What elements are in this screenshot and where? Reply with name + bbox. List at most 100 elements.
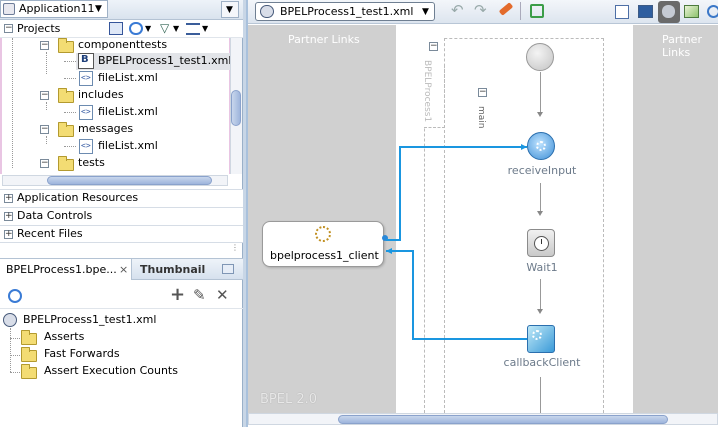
partner-link-bpelprocess1-client[interactable]: bpelprocess1_client bbox=[262, 221, 384, 267]
projects-header-label: Projects bbox=[17, 22, 61, 35]
tab-label: Thumbnail bbox=[140, 263, 206, 276]
xml-file-icon bbox=[79, 105, 93, 120]
monitor-view-button[interactable] bbox=[635, 1, 657, 23]
view-options-icon[interactable] bbox=[186, 23, 200, 35]
delete-icon[interactable]: ✕ bbox=[216, 286, 229, 304]
partner-links-lane-right: Partner Links bbox=[633, 25, 718, 413]
chevron-down-icon: ▼ bbox=[173, 24, 180, 33]
minimize-icon[interactable] bbox=[222, 264, 234, 274]
chart-icon bbox=[684, 5, 699, 18]
chevron-down-icon: ▼ bbox=[202, 24, 209, 33]
file-dropdown[interactable]: BPELProcess1_test1.xml ▼ bbox=[255, 2, 435, 21]
application-dropdown[interactable]: Application11 ▼ bbox=[0, 0, 108, 18]
tree-item-label[interactable]: fileList.xml bbox=[98, 139, 158, 153]
structure-item-asserts[interactable]: Asserts bbox=[44, 330, 84, 344]
folder-icon bbox=[58, 38, 74, 53]
monitor-icon bbox=[638, 5, 653, 18]
structure-root-label[interactable]: BPELProcess1_test1.xml bbox=[23, 313, 156, 327]
undo-icon[interactable]: ↶ bbox=[451, 3, 464, 18]
activity-label: Wait1 bbox=[526, 261, 558, 274]
bottom-panel-tabbar: BPELProcess1.bpe... × Thumbnail bbox=[0, 258, 243, 280]
refresh-icon[interactable] bbox=[129, 22, 143, 35]
validate-icon[interactable] bbox=[530, 4, 544, 18]
connection-line bbox=[399, 146, 401, 241]
chart-view-button[interactable] bbox=[681, 1, 703, 23]
application-menu-button[interactable]: ▼ bbox=[221, 1, 239, 18]
tree-item-label: componenttests bbox=[78, 38, 168, 51]
partner-link-label: bpelprocess1_client bbox=[270, 249, 379, 262]
test-view-button[interactable] bbox=[658, 1, 680, 23]
expand-icon[interactable]: + bbox=[4, 230, 13, 239]
chevron-down-icon: ▼ bbox=[226, 5, 233, 15]
folder-icon bbox=[21, 347, 37, 362]
partner-links-lane-left: Partner Links bbox=[248, 25, 396, 413]
accordion-label: Application Resources bbox=[17, 191, 139, 204]
lane-label: Partner Links bbox=[662, 33, 702, 59]
left-navigator-panel: Application11 ▼ ▼ − Projects ▼ ▽ ▼ ▼ − c… bbox=[0, 0, 243, 427]
invoke-icon bbox=[532, 330, 542, 340]
gear-icon bbox=[315, 226, 331, 242]
add-icon[interactable]: + bbox=[170, 286, 185, 304]
close-icon[interactable]: × bbox=[119, 263, 128, 277]
refresh-icon[interactable] bbox=[8, 289, 22, 303]
scroll-thumb[interactable] bbox=[231, 90, 241, 126]
accordion-application-resources[interactable]: + Application Resources bbox=[0, 189, 243, 207]
bpel-canvas[interactable]: Partner Links Partner Links − BPELProces… bbox=[248, 25, 718, 413]
tree-vertical-scrollbar[interactable] bbox=[230, 38, 242, 174]
edit-icon[interactable]: ✎ bbox=[193, 286, 206, 304]
bpel-version-watermark: BPEL 2.0 bbox=[260, 392, 318, 407]
bpel-process-icon bbox=[260, 5, 274, 18]
tree-item-label[interactable]: fileList.xml bbox=[98, 71, 158, 85]
canvas-horizontal-scrollbar[interactable] bbox=[248, 413, 718, 425]
scroll-thumb[interactable] bbox=[338, 415, 668, 424]
tree-item-label: BPELProcess1_test1.xml bbox=[98, 54, 232, 67]
accordion-recent-files[interactable]: + Recent Files bbox=[0, 225, 243, 243]
expand-icon[interactable]: + bbox=[4, 194, 13, 203]
scroll-thumb[interactable] bbox=[47, 176, 212, 185]
start-node[interactable] bbox=[526, 43, 554, 71]
projects-header[interactable]: − Projects ▼ ▽ ▼ ▼ bbox=[0, 20, 243, 38]
bpel-editor: BPELProcess1_test1.xml ▼ ↶ ↷ Partner Lin… bbox=[246, 0, 718, 427]
connection-line bbox=[399, 146, 527, 148]
receive-input-activity[interactable] bbox=[527, 132, 555, 160]
structure-item-assert-execution-counts[interactable]: Assert Execution Counts bbox=[44, 364, 178, 378]
chevron-down-icon: ▼ bbox=[95, 4, 102, 14]
filter-icon[interactable]: ▽ bbox=[160, 21, 169, 35]
accordion-data-controls[interactable]: + Data Controls bbox=[0, 207, 243, 225]
collapse-icon[interactable]: − bbox=[40, 91, 49, 100]
redo-icon[interactable]: ↷ bbox=[474, 3, 487, 18]
eraser-icon[interactable] bbox=[498, 2, 514, 16]
tree-item-label[interactable]: messages bbox=[78, 122, 133, 136]
chevron-down-icon: ▼ bbox=[145, 24, 152, 33]
accordion-label: Recent Files bbox=[17, 227, 83, 240]
tree-item-componenttests[interactable]: − componenttests bbox=[2, 38, 230, 54]
collapse-icon[interactable]: − bbox=[40, 125, 49, 134]
toolbar-separator bbox=[520, 2, 521, 20]
collapse-icon[interactable]: − bbox=[429, 42, 438, 51]
structure-item-fast-forwards[interactable]: Fast Forwards bbox=[44, 347, 120, 361]
tree-item-label[interactable]: includes bbox=[78, 88, 124, 102]
expand-icon[interactable]: + bbox=[4, 212, 13, 221]
tab-thumbnail[interactable]: Thumbnail bbox=[133, 259, 213, 280]
collapse-icon[interactable]: − bbox=[40, 41, 49, 50]
collapse-icon[interactable]: − bbox=[4, 24, 13, 33]
callback-client-activity[interactable] bbox=[527, 325, 555, 353]
folder-icon bbox=[58, 88, 74, 103]
collapse-icon[interactable]: − bbox=[478, 88, 487, 97]
process-side-tab: − BPELProcess1 bbox=[422, 38, 445, 128]
editor-toolbar: BPELProcess1_test1.xml ▼ ↶ ↷ bbox=[248, 0, 718, 24]
connection-line bbox=[412, 338, 527, 340]
arrowhead bbox=[386, 248, 392, 254]
tree-item-label[interactable]: fileList.xml bbox=[98, 105, 158, 119]
test-icon bbox=[662, 5, 675, 18]
tab-bpelprocess1-structure[interactable]: BPELProcess1.bpe... × bbox=[0, 259, 132, 280]
wait1-activity[interactable] bbox=[527, 229, 555, 257]
activity-label: receiveInput bbox=[507, 164, 577, 177]
tree-horizontal-scrollbar[interactable] bbox=[2, 175, 228, 186]
tree-item-label[interactable]: tests bbox=[78, 156, 105, 170]
search-icon[interactable] bbox=[109, 22, 123, 35]
connection-line bbox=[386, 239, 399, 241]
design-view-button[interactable] bbox=[612, 1, 634, 23]
collapse-icon[interactable]: − bbox=[40, 159, 49, 168]
zoom-button[interactable] bbox=[704, 1, 718, 23]
